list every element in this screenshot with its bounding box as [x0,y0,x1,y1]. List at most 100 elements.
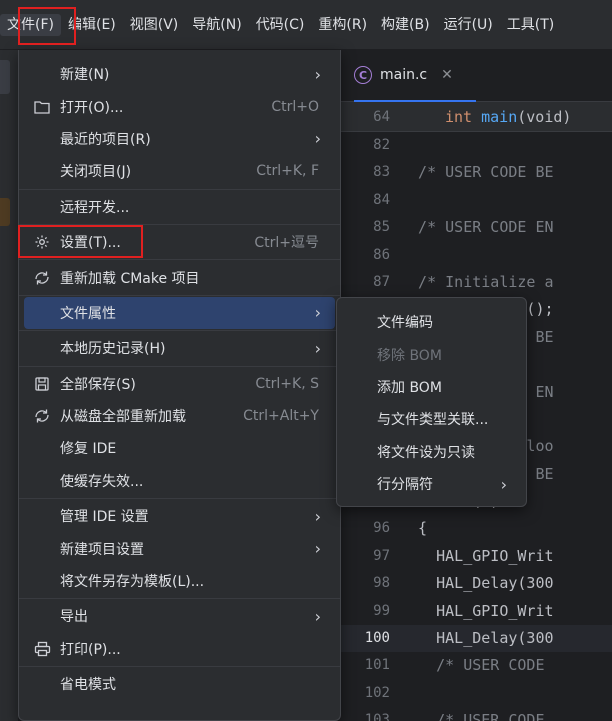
folder-icon [33,98,51,116]
code-line[interactable]: 100 HAL_Delay(300 [340,625,612,653]
menu-item-label: 远程开发... [60,199,130,216]
submenu-item[interactable]: 与文件类型关联... [342,403,521,435]
menu-separator [19,598,340,600]
tool-marker[interactable] [0,198,10,226]
code-line[interactable]: 84 [340,187,612,214]
file-menu-item[interactable]: 重新加载 CMake 项目 [24,261,335,293]
sticky-function-header[interactable]: 64 int main(void) [340,102,612,132]
line-number: 85 [373,219,390,236]
code-text: /* USER CODE [400,656,554,675]
menu-code[interactable]: 代码(C) [249,14,312,36]
code-text: /* USER CODE BE [400,163,554,182]
close-icon[interactable]: ✕ [441,67,453,83]
submenu-item-label: 与文件类型关联... [377,412,489,429]
menu-item-label: 新建(N) [60,67,110,84]
menu-item-shortcut: Ctrl+O [271,98,319,115]
code-line[interactable]: 98 HAL_Delay(300 [340,570,612,597]
code-text: { [400,519,428,538]
file-menu-item[interactable]: 最近的项目(R) › [24,123,335,155]
submenu-item[interactable]: 文件编码 [342,306,521,338]
file-menu-item[interactable]: 修复 IDE [24,432,335,464]
menu-item-label: 打开(O)... [60,99,124,116]
code-line[interactable]: 103 /* USER CODE [340,707,612,721]
code-text: HAL_GPIO_Writ [400,546,554,565]
submenu-item-label: 添加 BOM [377,379,442,396]
submenu-item[interactable]: 添加 BOM [342,371,521,403]
code-text: HAL_GPIO_Writ [400,601,554,620]
line-number: 82 [373,137,390,153]
menu-item-label: 本地历史记录(H) [60,341,166,358]
code-line[interactable]: 85 /* USER CODE EN [340,214,612,241]
code-line[interactable]: 97 HAL_GPIO_Writ [340,543,612,570]
menu-navigate[interactable]: 导航(N) [185,14,248,36]
file-menu-item[interactable]: 从磁盘全部重新加载 Ctrl+Alt+Y [24,400,335,432]
code-line[interactable]: 82 [340,132,612,159]
file-menu-item[interactable]: 管理 IDE 设置 › [24,500,335,532]
menu-file[interactable]: 文件(F) [0,13,61,36]
file-menu-item[interactable]: 文件属性 › [24,296,335,330]
menu-item-shortcut: Ctrl+K, S [255,375,319,392]
file-menu-item[interactable]: 关闭项目(J) Ctrl+K, F [24,155,335,187]
save-icon [33,375,51,393]
project-tool-marker[interactable] [0,60,10,94]
tab-main-c[interactable]: C main.c ✕ [354,50,476,102]
submenu-item[interactable]: 将文件设为只读 [342,436,521,468]
c-file-icon: C [354,66,372,84]
code-text: /* USER CODE EN [400,218,554,237]
file-menu-item[interactable]: 新建(N) › [24,58,335,90]
code-line[interactable]: 96 { [340,515,612,542]
file-menu-item[interactable]: 设置(T)... Ctrl+逗号 [24,226,335,258]
menu-tools[interactable]: 工具(T) [500,14,561,36]
menu-edit[interactable]: 编辑(E) [61,14,123,36]
file-menu-item[interactable]: 本地历史记录(H) › [24,332,335,364]
chevron-right-icon: › [314,129,321,149]
file-menu-item[interactable]: 远程开发... [24,191,335,223]
line-number: 83 [373,164,390,181]
menu-item-shortcut: Ctrl+Alt+Y [243,408,319,425]
file-menu-item[interactable]: 使缓存失效... [24,465,335,497]
menu-item-label: 文件属性 [60,305,116,322]
code-text: HAL_Delay(300 [400,574,554,593]
menu-item-label: 管理 IDE 设置 [60,509,149,526]
chevron-right-icon: › [314,338,321,358]
code-line[interactable]: 101 /* USER CODE [340,652,612,679]
chevron-right-icon: › [314,506,321,526]
line-number: 96 [373,520,390,537]
menu-view[interactable]: 视图(V) [123,14,186,36]
file-menu-item[interactable]: 省电模式 [24,668,335,700]
menu-run[interactable]: 运行(U) [437,14,500,36]
file-menu-item[interactable]: 新建项目设置 › [24,532,335,564]
menu-separator [19,330,340,332]
menu-build[interactable]: 构建(B) [374,14,437,36]
editor-tabbar: C main.c ✕ [340,50,612,102]
submenu-item-label: 行分隔符 [377,477,433,494]
main-menubar: 文件(F) 编辑(E) 视图(V) 导航(N) 代码(C) 重构(R) 构建(B… [0,0,612,50]
code-line[interactable]: 86 [340,242,612,269]
menu-refactor[interactable]: 重构(R) [311,14,374,36]
submenu-item-label: 文件编码 [377,315,433,332]
menu-separator [19,294,340,296]
file-menu-item[interactable]: 打开(O)... Ctrl+O [24,90,335,122]
menu-item-label: 修复 IDE [60,441,117,458]
submenu-item-label: 将文件设为只读 [377,444,475,461]
code-line[interactable]: 87 /* Initialize a [340,269,612,296]
line-number: 103 [364,712,390,721]
menu-item-label: 将文件另存为模板(L)... [60,574,205,591]
chevron-right-icon: › [314,606,321,626]
line-number: 86 [373,246,390,263]
menu-separator [19,666,340,668]
file-menu-item[interactable]: 打印(P)... [24,633,335,665]
line-number: 84 [373,191,390,208]
submenu-item: 移除 BOM [342,338,521,370]
submenu-item-label: 移除 BOM [377,347,442,364]
file-menu-item[interactable]: 将文件另存为模板(L)... [24,565,335,597]
file-menu-item[interactable]: 导出 › [24,600,335,632]
submenu-item[interactable]: 行分隔符 › [342,468,521,500]
code-line[interactable]: 102 [340,680,612,707]
code-line[interactable]: 99 HAL_GPIO_Writ [340,598,612,625]
tab-title: main.c [380,67,428,83]
menu-item-label: 导出 [60,609,88,626]
file-menu-item[interactable]: 全部保存(S) Ctrl+K, S [24,368,335,400]
code-line[interactable]: 83 /* USER CODE BE [340,159,612,186]
line-number: 87 [373,273,390,290]
